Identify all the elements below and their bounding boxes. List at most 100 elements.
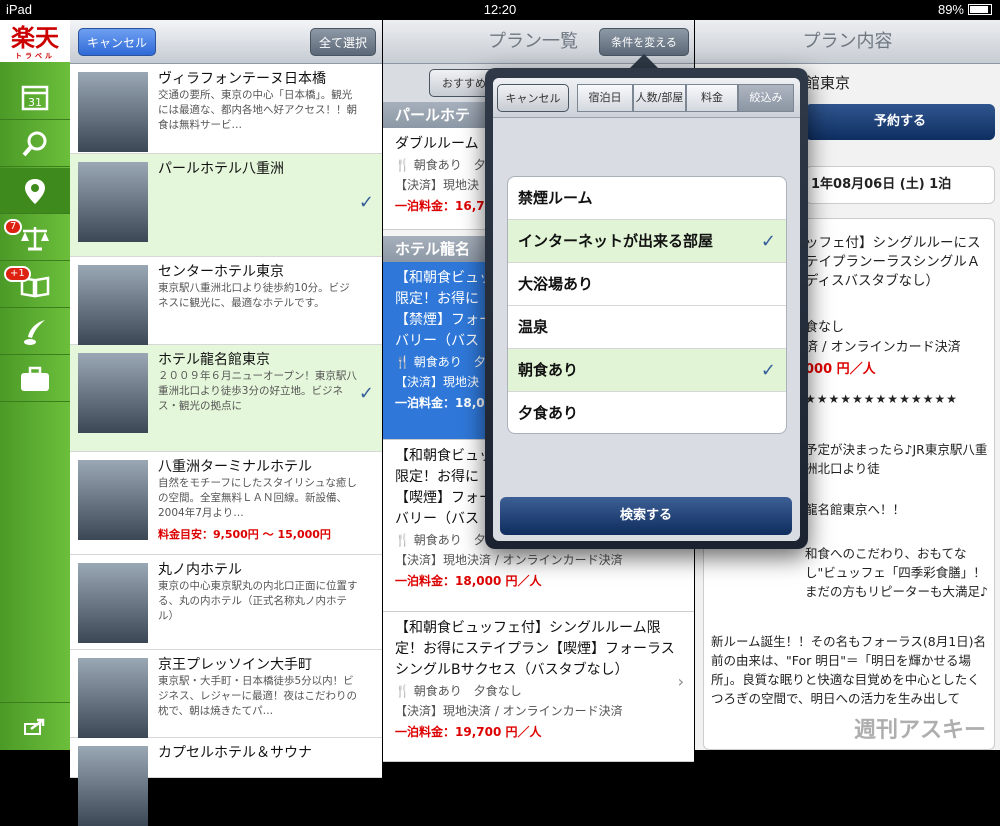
- svg-text:31: 31: [28, 96, 42, 109]
- hotel-description: 東京の中心東京駅丸の内北口正面に位置する、丸の内ホテル（正式名称丸ノ内ホテル）: [158, 580, 358, 622]
- hotel-list-item[interactable]: センターホテル東京 東京駅八重洲北口より徒歩約10分。ビジネスに観光に、最適なホ…: [70, 257, 382, 345]
- hotel-description: 交通の要所、東京の中心「日本橋」。観光には最適な、都内各地へ好アクセス！！朝食は…: [158, 89, 357, 131]
- filter-label: 温泉: [518, 318, 549, 336]
- battery-indicator: 89%: [938, 2, 992, 17]
- status-bar: iPad 12:20 89%: [0, 0, 1000, 20]
- detail-stars: ★★★★★★★★★★★★★: [805, 392, 958, 406]
- detail-date: 1年08月06日 (土) 1泊: [811, 177, 952, 192]
- quill-icon: [24, 319, 45, 345]
- filter-label: 朝食あり: [518, 361, 579, 379]
- filter-label: インターネットが出来る部屋: [518, 232, 714, 250]
- hotel-list-item[interactable]: パールホテル八重洲 ✓: [70, 154, 382, 257]
- plan-meal: 🍴 朝食あり 夕食なし: [395, 684, 522, 698]
- detail-body-1: 予定が決まったら♪JR東京駅八重洲北口より徒: [805, 442, 988, 476]
- hotel-thumbnail: [78, 162, 148, 242]
- popover-cancel-button[interactable]: キャンセル: [497, 84, 569, 112]
- filter-option[interactable]: 温泉: [508, 306, 786, 349]
- hotel-description: 東京駅・大手町・日本橋徒歩5分以内！ビジネス、レジャーに最適！夜はこだわりの枕で…: [158, 675, 357, 717]
- plan-price: 一泊料金：19,700 円／人: [395, 725, 542, 739]
- plan-title: 【和朝食ビュッフェ付】シングルルーム限定！お得にステイプラン【喫煙】フォーラスシ…: [395, 620, 675, 678]
- checkmark-icon: ✓: [358, 383, 374, 404]
- filter-label: 禁煙ルーム: [518, 189, 593, 207]
- hotel-name: カプセルホテル＆サウナ: [158, 745, 312, 761]
- map-pin-icon: [25, 178, 45, 204]
- filter-option[interactable]: 禁煙ルーム: [508, 177, 786, 220]
- share-icon: [24, 718, 45, 735]
- search-nav-button[interactable]: [0, 121, 70, 167]
- review-nav-button[interactable]: [0, 309, 70, 355]
- filter-list: 禁煙ルームインターネットが出来る部屋 ✓ 大浴場あり温泉朝食あり ✓ 夕食あり: [507, 176, 787, 434]
- checkmark-icon: ✓: [760, 231, 776, 252]
- tab-3[interactable]: 絞込み: [738, 84, 794, 112]
- hotel-name: ヴィラフォンテーヌ日本橋: [158, 71, 326, 87]
- hotel-list-item[interactable]: ホテル龍名館東京 ２００９年６月ニューオープン！東京駅八重洲北口より徒歩3分の好…: [70, 345, 382, 452]
- scale-icon: [21, 226, 49, 250]
- hotel-description: ２００９年６月ニューオープン！東京駅八重洲北口より徒歩3分の好立地。ビジネス・観…: [158, 370, 357, 412]
- search-icon: [22, 131, 47, 156]
- tab-0[interactable]: 宿泊日: [577, 84, 633, 112]
- map-nav-button[interactable]: [0, 168, 70, 214]
- logo-subtext: トラベル: [15, 52, 55, 60]
- hotel-list-item[interactable]: 丸ノ内ホテル 東京の中心東京駅丸の内北口正面に位置する、丸の内ホテル（正式名称丸…: [70, 555, 382, 650]
- checkmark-icon: ✓: [358, 192, 374, 213]
- compare-nav-button[interactable]: 7: [0, 215, 70, 261]
- detail-price: 000 円／人: [805, 362, 876, 377]
- battery-icon: [968, 4, 992, 15]
- hotel-thumbnail: [78, 658, 148, 738]
- plan-list-title: プラン一覧: [488, 31, 578, 52]
- tab-2[interactable]: 料金: [686, 84, 738, 112]
- bookmark-nav-button[interactable]: +1: [0, 262, 70, 308]
- detail-meal: 食なし: [805, 320, 845, 335]
- hotel-description: [158, 762, 358, 822]
- detail-plan-title: ッフェ付】シングルルーにステイプランーラスシングルＡディスバスタブなし）: [805, 235, 981, 289]
- detail-body-2: 龍名館東京へ！！: [805, 502, 906, 517]
- filter-option[interactable]: 夕食あり: [508, 392, 786, 433]
- filter-option[interactable]: インターネットが出来る部屋 ✓: [508, 220, 786, 263]
- hotel-price: 料金目安：9,500円 〜 15,000円: [158, 528, 331, 541]
- watermark: 週刊アスキー: [853, 718, 986, 743]
- clock: 12:20: [483, 2, 517, 17]
- share-nav-button[interactable]: [0, 702, 70, 748]
- filter-option[interactable]: 大浴場あり: [508, 263, 786, 306]
- hotel-name: 京王プレッソイン大手町: [158, 657, 312, 673]
- battery-percent: 89%: [937, 2, 964, 17]
- filter-option[interactable]: 朝食あり ✓: [508, 349, 786, 392]
- hotel-thumbnail: [78, 746, 148, 826]
- hotel-name: 八重洲ターミナルホテル: [158, 459, 312, 475]
- logo-text: 楽天: [11, 24, 59, 52]
- bookmark-badge: +1: [4, 266, 31, 282]
- detail-body-3: 和食へのこだわり、おもてなし"ビュッフェ「四季彩食膳」！まだの方もリピーターも大…: [805, 546, 988, 599]
- plan-item[interactable]: 【和朝食ビュッフェ付】シングルルーム限定！お得にステイプラン【喫煙】フォーラスシ…: [383, 612, 694, 762]
- hotel-name: センターホテル東京: [158, 264, 284, 280]
- compare-badge: 7: [4, 219, 23, 235]
- reserve-button[interactable]: 予約する: [805, 104, 995, 140]
- hotel-list-item[interactable]: カプセルホテル＆サウナ: [70, 738, 382, 826]
- hotel-thumbnail: [78, 72, 148, 152]
- cancel-button[interactable]: キャンセル: [78, 28, 156, 56]
- list-toolbar: キャンセル 全て選択: [70, 20, 382, 64]
- tab-1[interactable]: 人数/部屋: [633, 84, 686, 112]
- suitcase-icon: [21, 366, 49, 391]
- plan-price: 一泊料金：18,000 円／人: [395, 574, 542, 588]
- hotel-thumbnail: [78, 460, 148, 540]
- filter-popover: キャンセル 宿泊日 人数/部屋 料金 絞込み 禁煙ルームインターネットが出来る部屋 ✓ 大…: [485, 68, 808, 549]
- change-conditions-button[interactable]: 条件を変える: [599, 28, 689, 56]
- calendar-nav-button[interactable]: 31: [0, 74, 70, 120]
- popover-toolbar: キャンセル 宿泊日 人数/部屋 料金 絞込み: [493, 78, 800, 118]
- checkmark-icon: ✓: [760, 360, 776, 381]
- hotel-list-item[interactable]: 八重洲ターミナルホテル 自然をモチーフにしたスタイリシュな癒しの空間。全室無料Ｌ…: [70, 452, 382, 555]
- popover-content: キャンセル 宿泊日 人数/部屋 料金 絞込み 禁煙ルームインターネットが出来る部屋 ✓ 大…: [493, 78, 800, 541]
- popover-arrow: [630, 54, 658, 68]
- hotel-description: 東京駅八重洲北口より徒歩約10分。ビジネスに観光に、最適なホテルです。: [158, 282, 350, 309]
- rakuten-logo[interactable]: 楽天 トラベル: [0, 20, 70, 62]
- search-button[interactable]: 検索する: [500, 497, 792, 535]
- hotel-name: ホテル龍名館東京: [158, 352, 270, 368]
- plan-payment: 【決済】現地決済 / オンラインカード決済: [395, 553, 623, 567]
- hotel-list-item[interactable]: 京王プレッソイン大手町 東京駅・大手町・日本橋徒歩5分以内！ビジネス、レジャーに…: [70, 650, 382, 738]
- sidebar: 楽天 トラベル 31 7 +1: [0, 20, 70, 750]
- hotel-name: パールホテル八重洲: [158, 161, 284, 177]
- hotel-list-item[interactable]: ヴィラフォンテーヌ日本橋 交通の要所、東京の中心「日本橋」。観光には最適な、都内…: [70, 64, 382, 154]
- select-all-button[interactable]: 全て選択: [310, 28, 376, 56]
- trip-nav-button[interactable]: [0, 356, 70, 402]
- calendar-icon: 31: [21, 85, 49, 110]
